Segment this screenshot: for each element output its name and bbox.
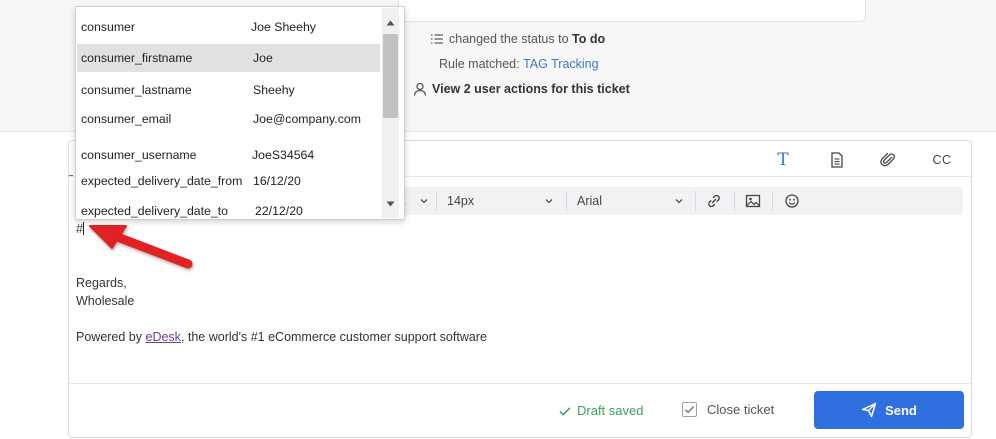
- placeholder-key: consumer: [81, 20, 135, 34]
- chevron-down-icon: [420, 199, 428, 204]
- status-change-text: changed the status to: [449, 32, 569, 46]
- dropdown-item[interactable]: expected_delivery_date_to 22/12/20: [77, 197, 380, 219]
- powered-by-prefix: Powered by: [76, 330, 143, 344]
- placeholder-key: consumer_firstname: [81, 51, 193, 65]
- view-user-actions-text: View 2 user actions for this ticket: [432, 82, 630, 96]
- toolbar-divider: [566, 191, 567, 211]
- placeholder-key: expected_delivery_date_to: [81, 204, 228, 218]
- signature-name: Wholesale: [76, 294, 135, 308]
- placeholder-value: 16/12/20: [253, 174, 301, 188]
- draft-saved-status: Draft saved: [558, 403, 643, 418]
- text-format-icon[interactable]: T: [772, 149, 794, 171]
- draft-saved-label: Draft saved: [577, 403, 644, 418]
- placeholder-value: Sheehy: [253, 83, 295, 97]
- annotation-arrow-icon: [89, 225, 193, 269]
- send-icon: [861, 402, 877, 418]
- toolbar-divider: [695, 191, 696, 211]
- placeholder-key: consumer_username: [81, 148, 197, 162]
- list-icon: [430, 32, 444, 46]
- image-icon[interactable]: [744, 192, 762, 210]
- cc-button[interactable]: CC: [931, 149, 953, 171]
- placeholder-key: expected_delivery_date_from: [81, 174, 243, 188]
- send-label: Send: [885, 402, 917, 418]
- user-icon: [413, 82, 427, 96]
- chevron-down-icon: [675, 199, 683, 204]
- status-value: To do: [572, 32, 606, 46]
- link-icon[interactable]: [705, 192, 723, 210]
- placeholder-value: 22/12/20: [255, 204, 303, 218]
- placeholder-dropdown[interactable]: consumer Joe Sheehy consumer_firstname J…: [75, 6, 405, 220]
- font-family-select[interactable]: Arial: [577, 187, 685, 215]
- placeholder-value: Joe: [253, 51, 273, 65]
- template-icon[interactable]: [826, 149, 848, 171]
- message-card: [398, 0, 866, 22]
- signature-regards: Regards,: [76, 276, 127, 290]
- edesk-link[interactable]: eDesk: [146, 330, 181, 344]
- placeholder-value: JoeS34564: [252, 148, 315, 162]
- close-ticket-label: Close ticket: [707, 402, 775, 417]
- scrollbar-thumb[interactable]: [383, 34, 398, 118]
- dropdown-item[interactable]: consumer Joe Sheehy: [77, 13, 380, 41]
- send-button[interactable]: Send: [814, 391, 964, 429]
- formatting-toolbar: . 14px Arial: [399, 187, 963, 215]
- placeholder-key: consumer_lastname: [81, 83, 192, 97]
- rule-matched-label: Rule matched:: [439, 57, 520, 71]
- toolbar-divider: [436, 191, 437, 211]
- powered-by-suffix: , the world's #1 eCommerce customer supp…: [180, 330, 487, 344]
- dropdown-item[interactable]: consumer_email Joe@company.com: [77, 105, 380, 133]
- dropdown-item[interactable]: consumer_lastname Sheehy: [77, 76, 380, 104]
- close-ticket-checkbox[interactable]: Close ticket: [682, 402, 774, 417]
- attachment-icon[interactable]: [877, 149, 899, 171]
- scroll-down-arrow-icon[interactable]: [382, 196, 399, 212]
- placeholder-value: Joe Sheehy: [251, 20, 316, 34]
- view-user-actions-link[interactable]: View 2 user actions for this ticket: [413, 82, 630, 96]
- check-icon: [559, 406, 571, 416]
- powered-by-line: Powered by eDesk, the world's #1 eCommer…: [76, 330, 487, 344]
- font-size-value: 14px: [447, 194, 475, 208]
- font-family-value: Arial: [577, 194, 603, 208]
- dropdown-item[interactable]: consumer_username JoeS34564: [77, 141, 380, 169]
- placeholder-key: consumer_email: [81, 112, 172, 126]
- placeholder-value: Joe@company.com: [253, 112, 361, 126]
- toolbar-divider: [772, 191, 773, 211]
- rule-matched-event: Rule matched: TAG Tracking: [439, 57, 599, 71]
- chevron-down-icon: [545, 199, 553, 204]
- status-change-event: changed the status to To do: [430, 32, 605, 46]
- emoji-icon[interactable]: [783, 192, 801, 210]
- scroll-up-arrow-icon[interactable]: [382, 15, 399, 31]
- dropdown-item[interactable]: expected_delivery_date_from 16/12/20: [77, 167, 380, 195]
- rule-link[interactable]: TAG Tracking: [523, 57, 598, 71]
- toolbar-divider: [734, 191, 735, 211]
- dropdown-item-selected[interactable]: consumer_firstname Joe: [77, 44, 380, 72]
- checkbox-icon[interactable]: [682, 402, 697, 417]
- composer-footer-divider: [69, 383, 971, 384]
